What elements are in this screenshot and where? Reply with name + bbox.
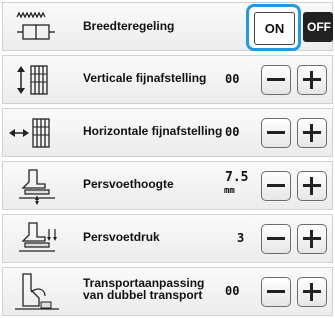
horizontal-decrease-button[interactable] [261, 118, 291, 148]
vertical-fine-adjust-label: Verticale fijnafstelling [83, 71, 207, 85]
row-presser-foot-pressure: Persvoetdruk 3 [2, 214, 333, 263]
vertical-fine-adjust-icon [17, 65, 48, 95]
presser-foot-height-value: 7.5 [225, 170, 249, 185]
row-horizontal-fine-adjust: Horizontale fijnafstelling 00 [2, 108, 333, 157]
presser-foot-height-decrease-button[interactable] [261, 171, 291, 201]
horizontal-fine-adjust-icon [9, 118, 50, 148]
vertical-fine-adjust-value: 00 [225, 72, 240, 86]
dual-feed-value: 00 [225, 284, 240, 298]
presser-foot-height-icon [19, 169, 55, 205]
dual-feed-decrease-button[interactable] [261, 277, 291, 307]
row-vertical-fine-adjust: Verticale fijnafstelling 00 [2, 55, 333, 104]
dual-feed-icon [15, 273, 59, 310]
presser-foot-height-label: Persvoethoogte [83, 177, 174, 191]
row-presser-foot-height: Persvoethoogte 7.5 mm [2, 161, 333, 210]
presser-foot-height-unit: mm [224, 186, 235, 196]
dual-feed-increase-button[interactable] [297, 277, 327, 307]
presser-foot-pressure-increase-button[interactable] [297, 224, 327, 254]
row-width-control: Breedteregeling OFF ON [2, 2, 333, 51]
horizontal-increase-button[interactable] [297, 118, 327, 148]
horizontal-fine-adjust-label: Horizontale fijnafstelling [83, 124, 223, 138]
dual-feed-label: Transportaanpassing van dubbel transport [83, 276, 205, 302]
on-button-highlight: ON [246, 4, 301, 51]
off-button[interactable]: OFF [303, 12, 333, 42]
row-dual-feed-adjust: Transportaanpassing van dubbel transport … [2, 267, 333, 316]
horizontal-fine-adjust-value: 00 [225, 125, 240, 139]
vertical-increase-button[interactable] [297, 65, 327, 95]
settings-panel: Breedteregeling OFF ON Verticale fijnafs… [2, 2, 333, 316]
width-control-label: Breedteregeling [83, 19, 175, 33]
presser-foot-pressure-value: 3 [237, 231, 245, 245]
presser-foot-pressure-icon [19, 222, 57, 252]
vertical-decrease-button[interactable] [261, 65, 291, 95]
presser-foot-pressure-decrease-button[interactable] [261, 224, 291, 254]
on-button[interactable]: ON [254, 12, 295, 45]
width-control-icon [16, 11, 55, 40]
presser-foot-pressure-label: Persvoetdruk [83, 230, 160, 244]
presser-foot-height-increase-button[interactable] [297, 171, 327, 201]
